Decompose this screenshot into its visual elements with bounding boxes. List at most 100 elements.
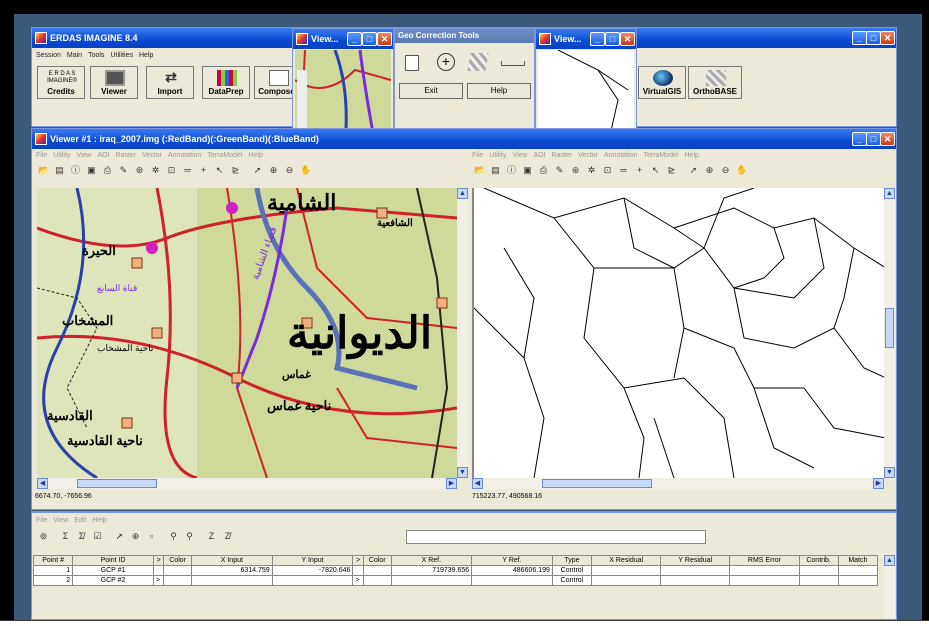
scroll-right-icon[interactable]: ▶: [446, 478, 457, 489]
box-icon[interactable]: ⊡: [602, 165, 613, 176]
left-horizontal-scrollbar[interactable]: ◀ ▶: [37, 478, 457, 489]
arrow-up-icon[interactable]: ↖: [650, 165, 661, 176]
column-header[interactable]: Color: [163, 555, 192, 566]
column-header[interactable]: X Input: [191, 555, 273, 566]
table-cell[interactable]: [390, 575, 473, 586]
minimize-icon[interactable]: _: [852, 132, 867, 146]
zoom-in-icon[interactable]: ⊕: [268, 165, 279, 176]
menu-file[interactable]: File: [36, 152, 47, 159]
minimize-icon[interactable]: _: [852, 31, 867, 45]
table-cell[interactable]: [660, 565, 731, 576]
scroll-up-icon[interactable]: ▲: [457, 188, 468, 199]
virtualgis-button[interactable]: VirtualGIS: [638, 66, 686, 99]
scroll-down-icon[interactable]: ▼: [457, 467, 468, 478]
credits-button[interactable]: E R D A S IMAGINE® Credits: [37, 66, 85, 99]
menu-raster[interactable]: Raster: [116, 152, 137, 159]
table-cell[interactable]: >: [152, 575, 165, 586]
menu-main[interactable]: Main: [67, 52, 82, 59]
menu-help[interactable]: Help: [249, 152, 263, 159]
menu-tools[interactable]: Tools: [88, 52, 104, 59]
close-icon[interactable]: ✕: [620, 32, 635, 46]
fit-icon[interactable]: ✲: [586, 165, 597, 176]
menu-terramodel[interactable]: TerraModel: [643, 152, 678, 159]
table-cell[interactable]: [591, 565, 662, 576]
select-gcp-icon[interactable]: ➚: [114, 531, 125, 542]
table-cell[interactable]: [191, 575, 273, 586]
menu-raster[interactable]: Raster: [552, 152, 573, 159]
find-gcp-icon[interactable]: ⚲: [168, 531, 179, 542]
info-icon[interactable]: ⓘ: [506, 165, 517, 176]
menu-file[interactable]: File: [472, 152, 483, 159]
table-cell[interactable]: [362, 575, 392, 586]
line-icon[interactable]: ═: [618, 165, 629, 176]
arrow-up-icon[interactable]: ↖: [214, 165, 225, 176]
close-icon[interactable]: ✕: [377, 32, 392, 46]
table-cell[interactable]: [798, 575, 839, 586]
table-cell[interactable]: [471, 575, 553, 586]
column-header[interactable]: Y Input: [271, 555, 354, 566]
tools-icon[interactable]: ✎: [118, 165, 129, 176]
zoom-in-icon[interactable]: ⊕: [704, 165, 715, 176]
column-header[interactable]: Point #: [32, 555, 74, 566]
table-cell[interactable]: GCP #1: [72, 565, 154, 576]
scroll-thumb[interactable]: [77, 479, 157, 488]
small-view-titlebar-left[interactable]: View... _ □ ✕: [293, 29, 393, 49]
column-header[interactable]: Y Ref.: [471, 555, 553, 566]
cross-icon[interactable]: +: [198, 165, 209, 176]
minimize-icon[interactable]: _: [347, 32, 362, 46]
sigma-icon[interactable]: Σ: [60, 531, 71, 542]
column-header[interactable]: >: [152, 555, 165, 566]
pan-hand-icon[interactable]: ✋: [736, 165, 747, 176]
save-icon[interactable]: ▣: [86, 165, 97, 176]
menu-utility[interactable]: Utility: [489, 152, 506, 159]
menu-vector[interactable]: Vector: [142, 152, 162, 159]
column-header[interactable]: Type: [551, 555, 593, 566]
chart-icon[interactable]: ⊵: [230, 165, 241, 176]
menu-annotation[interactable]: Annotation: [168, 152, 201, 159]
right-vertical-scrollbar[interactable]: ▲ ▼: [884, 188, 895, 478]
open-file-icon[interactable]: ▤: [490, 165, 501, 176]
scroll-left-icon[interactable]: ◀: [472, 478, 483, 489]
scroll-up-icon[interactable]: ▲: [884, 188, 895, 199]
column-header[interactable]: X Residual: [591, 555, 662, 566]
maximize-icon[interactable]: □: [866, 132, 881, 146]
print-icon[interactable]: ⎙: [538, 165, 549, 176]
table-cell[interactable]: [660, 575, 731, 586]
gcp-vertical-scrollbar[interactable]: ▲: [884, 555, 895, 619]
open-folder-icon[interactable]: 📂: [38, 165, 49, 176]
open-file-icon[interactable]: ▤: [54, 165, 65, 176]
select-pointer-icon[interactable]: ➚: [252, 165, 263, 176]
vector-parcel-map[interactable]: [474, 188, 884, 478]
gcp-edit-field[interactable]: [406, 530, 706, 544]
select-pointer-icon[interactable]: ➚: [688, 165, 699, 176]
palette-icon[interactable]: ⊛: [134, 165, 145, 176]
column-header[interactable]: Point ID: [72, 555, 154, 566]
column-header[interactable]: Y Residual: [660, 555, 731, 566]
table-cell[interactable]: [798, 565, 839, 576]
table-cell[interactable]: 486606.199: [471, 565, 553, 576]
z-all-icon[interactable]: Z̸: [222, 531, 233, 542]
help-button[interactable]: Help: [467, 83, 531, 99]
menu-view[interactable]: View: [512, 152, 527, 159]
table-cell[interactable]: [591, 575, 662, 586]
check-icon[interactable]: ☑: [92, 531, 103, 542]
menu-edit[interactable]: Edit: [74, 517, 86, 524]
table-cell[interactable]: [271, 575, 354, 586]
small-view-titlebar-right[interactable]: View... _ □ ✕: [536, 29, 636, 49]
menu-help[interactable]: Help: [139, 52, 153, 59]
table-cell[interactable]: 6314.759: [191, 565, 273, 576]
viewer-titlebar[interactable]: Viewer #1 : iraq_2007.img (:RedBand)(:Gr…: [32, 129, 896, 149]
zoom-out-icon[interactable]: ⊖: [720, 165, 731, 176]
fit-icon[interactable]: ✲: [150, 165, 161, 176]
column-header[interactable]: Contrib.: [798, 555, 839, 566]
menu-help[interactable]: Help: [92, 517, 106, 524]
menu-aoi[interactable]: AOI: [97, 152, 109, 159]
table-cell[interactable]: [362, 565, 392, 576]
table-cell[interactable]: GCP #2: [72, 575, 154, 586]
pan-hand-icon[interactable]: ✋: [300, 165, 311, 176]
table-row[interactable]: 2 GCP #2 > > Control: [32, 575, 879, 586]
table-cell[interactable]: [163, 575, 192, 586]
model-properties-icon[interactable]: ⊚: [38, 531, 49, 542]
table-cell[interactable]: [729, 575, 800, 586]
import-button[interactable]: ⇄ Import: [146, 66, 194, 99]
